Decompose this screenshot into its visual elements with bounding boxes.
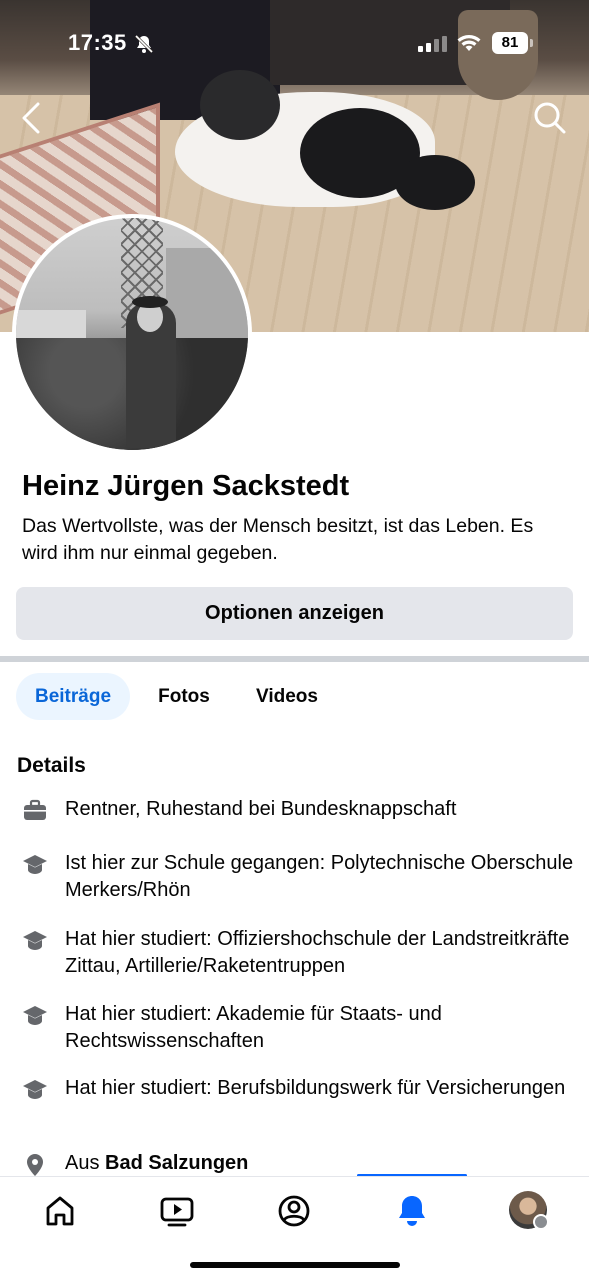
profile-picture[interactable] [16,218,248,450]
graduation-cap-icon [23,931,47,950]
tab-videos[interactable]: Videos [240,673,334,720]
profile-name: Heinz Jürgen Sackstedt [22,470,350,502]
avatar-person-cap [132,296,168,308]
avatar-building [166,248,248,348]
detail-text: Rentner, Ruhestand bei Bundesknappschaft [65,798,457,820]
notifications-bell-icon[interactable] [392,1191,432,1231]
show-options-button[interactable]: Optionen anzeigen [16,587,573,640]
detail-text: Ist hier zur Schule gegangen: Polytechni… [65,852,574,901]
menu-badge-icon [533,1214,549,1230]
wifi-icon [457,35,481,51]
battery-indicator: 81 [492,32,528,54]
home-indicator [190,1262,400,1268]
location-pin-icon [27,1154,43,1176]
home-icon[interactable] [40,1191,80,1231]
cellular-signal-icon [418,36,447,52]
detail-text: Aus Bad Salzungen [65,1150,575,1177]
detail-text: Hat hier studiert: Akademie für Staats- … [65,1003,442,1052]
bell-off-icon [134,34,154,54]
profile-icon[interactable] [274,1191,314,1231]
graduation-cap-icon [23,1080,47,1099]
cover-cat-head [200,70,280,140]
hometown-place[interactable]: Bad Salzungen [105,1152,248,1174]
status-bar: 17:35 81 [0,28,589,62]
cover-cat-tail [395,155,475,210]
hometown-prefix: Aus [65,1152,106,1174]
graduation-cap-icon [23,1006,47,1025]
briefcase-icon [24,799,46,820]
details-heading: Details [17,754,86,777]
search-icon[interactable] [532,100,568,136]
tab-posts[interactable]: Beiträge [16,673,130,720]
battery-tip [530,39,533,47]
graduation-cap-icon [23,855,47,874]
profile-bio: Das Wertvollste, was der Mensch besitzt,… [22,515,534,564]
tab-photos[interactable]: Fotos [142,673,226,720]
detail-text: Hat hier studiert: Berufsbildungswerk fü… [65,1077,566,1099]
section-divider [0,656,589,662]
status-time: 17:35 [68,30,127,55]
detail-text: Hat hier studiert: Offiziershochschule d… [65,928,570,977]
video-icon[interactable] [157,1191,197,1231]
back-arrow-icon[interactable] [18,100,48,136]
